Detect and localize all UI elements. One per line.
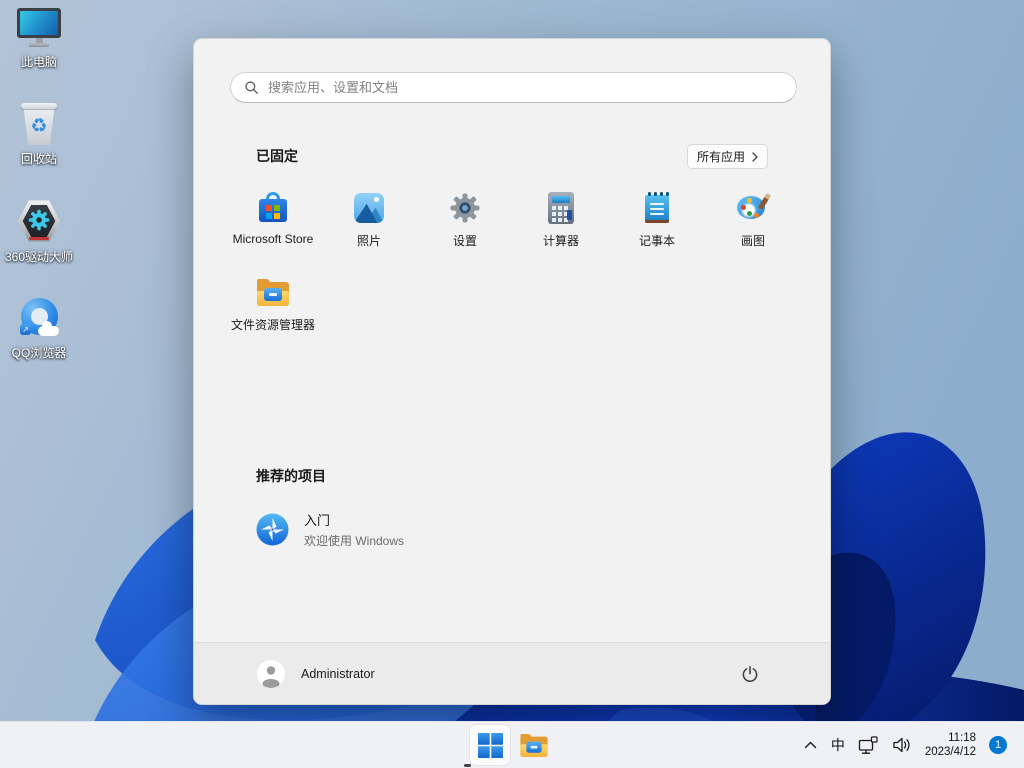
power-icon [742,665,758,682]
desktop-icon-recycle-bin[interactable]: ♻ 回收站 [0,103,78,167]
file-explorer-icon [257,276,289,308]
recommended-item-subtitle: 欢迎使用 Windows [304,534,405,548]
pinned-app-file-explorer[interactable]: 文件资源管理器 [225,270,321,354]
taskbar-center-group [470,725,554,765]
start-search-box[interactable] [230,72,797,103]
settings-gear-icon [449,192,481,224]
clock-time: 11:18 [948,732,976,744]
get-started-icon [256,513,289,546]
start-button[interactable] [470,725,510,765]
this-pc-icon [17,8,61,48]
paint-icon [737,192,772,224]
pinned-app-photos[interactable]: 照片 [321,186,417,270]
search-icon [245,81,258,94]
pinned-app-label: Microsoft Store [232,232,314,246]
pinned-app-label: 文件资源管理器 [230,318,315,332]
taskbar-file-explorer-button[interactable] [514,725,554,765]
recommended-item-title: 入门 [304,513,331,528]
windows-logo-icon [477,732,503,758]
pinned-app-label: 照片 [356,234,381,248]
tray-hidden-icons-button[interactable] [803,739,818,751]
recommended-item-get-started[interactable]: 入门 欢迎使用 Windows [256,510,404,549]
person-icon [257,659,285,688]
notepad-icon [641,192,673,224]
pinned-app-microsoft-store[interactable]: Microsoft Store [225,186,321,270]
pinned-app-notepad[interactable]: 记事本 [609,186,705,270]
all-apps-label: 所有应用 [696,150,745,164]
pinned-section-header: 已固定 [256,148,298,164]
user-name[interactable]: Administrator [301,667,733,681]
recommended-section-header: 推荐的项目 [256,468,326,484]
notification-badge[interactable]: 1 [989,736,1007,754]
network-ethernet-icon [858,735,878,754]
taskbar-active-indicator [464,764,471,767]
start-menu: 已固定 所有应用 Microsoft Store [193,38,831,705]
qq-browser-icon: ↗ [18,297,60,339]
ime-indicator[interactable]: 中 [831,735,845,755]
speaker-icon [893,737,910,753]
pinned-app-calculator[interactable]: 计算器 [513,186,609,270]
system-tray: 中 11:18 2023/4/12 1 [786,722,1024,768]
desktop-icon-label: 360驱动大师 [4,250,74,264]
clock-date: 2023/4/12 [924,746,976,758]
desktop-icon-360-driver[interactable]: 360驱动大师 [0,199,78,265]
file-explorer-icon [520,733,548,757]
desktop-icon-label: QQ浏览器 [11,346,67,360]
taskbar: 中 11:18 2023/4/12 1 [0,721,1024,768]
pinned-app-label: 记事本 [638,234,675,248]
recycle-bin-icon: ♻ [19,103,59,145]
power-button[interactable] [733,659,767,689]
chevron-right-icon [752,151,758,162]
photos-icon [353,192,385,224]
network-button[interactable] [858,735,879,755]
clock[interactable]: 11:18 2023/4/12 [925,731,976,759]
pinned-app-label: 画图 [740,234,765,248]
search-input[interactable] [268,80,783,95]
microsoft-store-icon [257,192,289,224]
desktop-icon-qq-browser[interactable]: ↗ QQ浏览器 [0,297,78,361]
pinned-apps-grid: Microsoft Store 照片 设置 计算器 记事本 画图 文件资源管理器 [225,186,801,354]
chevron-up-icon [804,741,817,749]
desktop-icon-label: 回收站 [20,152,57,166]
recommended-item-text: 入门 欢迎使用 Windows [304,510,404,549]
360-driver-icon [17,199,61,243]
user-avatar[interactable] [257,659,285,688]
start-user-bar: Administrator [194,642,830,704]
desktop-icon-this-pc[interactable]: 此电脑 [0,8,78,70]
pinned-app-settings[interactable]: 设置 [417,186,513,270]
all-apps-button[interactable]: 所有应用 [687,144,768,169]
pinned-app-paint[interactable]: 画图 [705,186,801,270]
pinned-app-label: 计算器 [542,234,579,248]
desktop-screen: 此电脑 ♻ 回收站 360驱动大师 ↗ QQ浏览器 搜索应用、设置和文档 已固定… [0,0,1024,768]
desktop-icon-label: 此电脑 [20,55,57,69]
volume-button[interactable] [892,736,912,754]
calculator-icon [545,192,577,224]
pinned-app-label: 设置 [452,234,477,248]
